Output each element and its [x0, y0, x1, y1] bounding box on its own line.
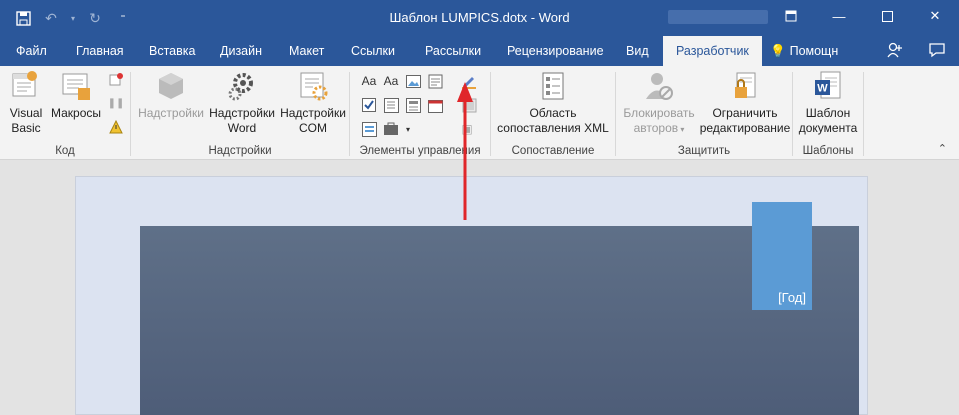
group-separator: [863, 72, 864, 156]
dropdown-list-control-icon[interactable]: [404, 96, 422, 114]
rich-text-control-icon[interactable]: Aa: [360, 72, 378, 90]
pause-recording-icon[interactable]: ❚❚: [107, 94, 125, 112]
block-authors-dropdown-icon: ▾: [678, 125, 685, 134]
tab-file[interactable]: Файл: [16, 36, 47, 66]
date-picker-control-icon[interactable]: [426, 96, 444, 114]
tab-design[interactable]: Дизайн: [220, 36, 262, 66]
addins-label: Надстройки: [138, 106, 204, 120]
word-addins-gear-icon: [226, 70, 258, 102]
group-mapping: Область сопоставления XML Сопоставление: [491, 66, 615, 160]
year-placeholder-box[interactable]: [Год]: [752, 202, 812, 310]
com-addins-icon: [297, 70, 329, 102]
visual-basic-icon: [10, 70, 42, 102]
ribbon: Visual Basic Макросы ❚❚ Код Надстройки Н…: [0, 66, 959, 160]
tab-review[interactable]: Рецензирование: [507, 36, 604, 66]
restrict-editing-lock-icon: [729, 70, 761, 102]
macros-icon: [60, 70, 92, 102]
record-macro-icon[interactable]: [107, 70, 125, 88]
lightbulb-icon: 💡: [770, 44, 786, 58]
group-protect-label: Защитить: [677, 145, 731, 157]
picture-control-icon[interactable]: [404, 72, 422, 90]
year-placeholder-text: [Год]: [778, 290, 806, 305]
xml-mapping-icon: [537, 70, 569, 102]
block-authors-icon: [643, 70, 675, 102]
collapse-ribbon-icon[interactable]: ⌃: [938, 142, 947, 155]
annotation-arrow: [457, 82, 473, 220]
group-templates-label: Шаблоны: [802, 145, 854, 157]
code-small-buttons: ❚❚: [107, 70, 125, 136]
xml-mapping-label: Область сопоставления XML: [497, 106, 609, 135]
document-template-label: Шаблон документа: [798, 106, 858, 135]
window-controls: — ✕: [767, 0, 959, 32]
group-mapping-label: Сопоставление: [511, 145, 595, 157]
tell-me-label: Помощн: [789, 44, 839, 58]
document-template-button[interactable]: W Шаблон документа: [793, 70, 863, 136]
maximize-icon[interactable]: [863, 0, 911, 32]
tab-mailings[interactable]: Рассылки: [425, 36, 481, 66]
share-user-icon[interactable]: [887, 42, 903, 62]
ribbon-tabs: Файл Главная Вставка Дизайн Макет Ссылки…: [0, 36, 959, 66]
xml-mapping-pane-button[interactable]: Область сопоставления XML: [497, 70, 609, 136]
repeating-section-control-icon[interactable]: [360, 120, 378, 138]
combo-box-control-icon[interactable]: [382, 96, 400, 114]
tab-references[interactable]: Ссылки: [351, 36, 395, 66]
ribbon-display-options-icon[interactable]: [767, 0, 815, 32]
group-addins-label: Надстройки: [208, 145, 272, 157]
checkbox-control-icon[interactable]: [360, 96, 378, 114]
legacy-tools-icon[interactable]: [382, 120, 400, 138]
visual-basic-label: Visual Basic: [9, 106, 43, 135]
blurred-user-area: [668, 10, 768, 24]
block-authors-button[interactable]: Блокировать авторов ▾: [618, 70, 700, 137]
group-code: Visual Basic Макросы ❚❚ Код: [0, 66, 130, 160]
word-addins-label: Надстройки Word: [209, 106, 275, 135]
tab-tell-me[interactable]: 💡 Помощн: [770, 36, 838, 66]
addins-button[interactable]: Надстройки: [136, 70, 206, 121]
minimize-icon[interactable]: —: [815, 0, 863, 32]
restrict-editing-button[interactable]: Ограничить редактирование: [698, 70, 792, 136]
word-document-icon: W: [812, 70, 844, 102]
com-addins-button[interactable]: Надстройки COM: [277, 70, 349, 136]
comments-icon[interactable]: [929, 42, 945, 62]
tab-view[interactable]: Вид: [626, 36, 649, 66]
svg-text:W: W: [817, 83, 828, 95]
restrict-editing-label: Ограничить редактирование: [699, 106, 791, 135]
tab-developer[interactable]: Разработчик: [663, 36, 762, 66]
legacy-tools-dropdown-icon[interactable]: ▾: [404, 120, 412, 138]
building-block-control-icon[interactable]: [426, 72, 444, 90]
close-icon[interactable]: ✕: [911, 0, 959, 32]
group-code-label: Код: [55, 145, 75, 157]
word-addins-button[interactable]: Надстройки Word: [207, 70, 277, 136]
group-templates: W Шаблон документа Шаблоны: [793, 66, 863, 160]
title-bar: ↶ ▾ ↻ ⁼ Шаблон LUMPICS.dotx - Word — ✕: [0, 0, 959, 36]
tab-home[interactable]: Главная: [76, 36, 124, 66]
addins-store-icon: [155, 70, 187, 102]
tab-row-icons: [887, 42, 945, 62]
visual-basic-button[interactable]: Visual Basic: [6, 70, 46, 136]
document-area[interactable]: [Год]: [0, 161, 959, 415]
macros-label: Макросы: [50, 106, 102, 120]
macro-security-icon[interactable]: [107, 118, 125, 136]
group-protect: Блокировать авторов ▾ Ограничить редакти…: [616, 66, 792, 160]
tab-insert[interactable]: Вставка: [149, 36, 195, 66]
tab-layout[interactable]: Макет: [289, 36, 324, 66]
plain-text-control-icon[interactable]: Aa: [382, 72, 400, 90]
com-addins-label: Надстройки COM: [280, 106, 346, 135]
group-addins: Надстройки Надстройки Word Надстройки CO…: [131, 66, 349, 160]
macros-button[interactable]: Макросы: [48, 70, 104, 121]
